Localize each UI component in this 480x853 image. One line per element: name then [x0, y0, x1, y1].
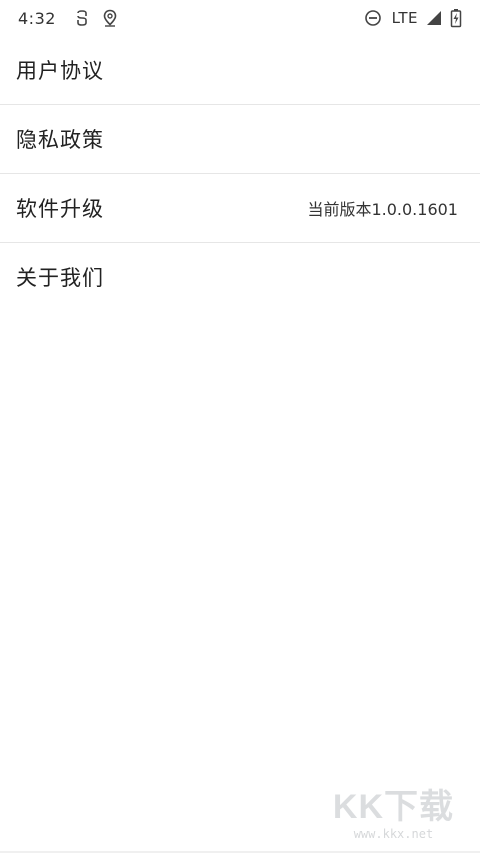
menu-item-user-agreement[interactable]: 用户协议	[0, 36, 480, 104]
menu-item-about-us[interactable]: 关于我们	[0, 243, 480, 311]
menu-item-software-update[interactable]: 软件升级 当前版本1.0.0.1601	[0, 174, 480, 242]
settings-list: 用户协议 隐私政策 软件升级 当前版本1.0.0.1601 关于我们	[0, 36, 480, 311]
status-left: 4:32	[18, 9, 130, 28]
status-bar: 4:32 LTE	[0, 0, 480, 36]
watermark: KK下载 www.kkx.net	[333, 789, 454, 841]
network-type: LTE	[391, 9, 418, 27]
location-icon	[102, 9, 118, 27]
dnd-icon	[364, 9, 382, 27]
menu-item-label: 用户协议	[16, 59, 104, 83]
menu-item-privacy-policy[interactable]: 隐私政策	[0, 105, 480, 173]
signal-icon	[426, 10, 442, 26]
app-screen: 4:32 LTE 用户协议 隐私政策 软件升级 当前版本1.0.0.1601 关…	[0, 0, 480, 853]
status-right: LTE	[356, 8, 462, 28]
watermark-logo: KK下载	[332, 788, 454, 826]
sync-icon	[74, 9, 90, 27]
current-version-text: 当前版本1.0.0.1601	[307, 200, 458, 219]
menu-item-label: 软件升级	[16, 197, 104, 221]
watermark-url: www.kkx.net	[353, 827, 434, 841]
menu-item-label: 关于我们	[16, 266, 104, 290]
battery-charging-icon	[450, 8, 462, 28]
status-time: 4:32	[18, 8, 56, 28]
menu-item-label: 隐私政策	[16, 128, 104, 152]
